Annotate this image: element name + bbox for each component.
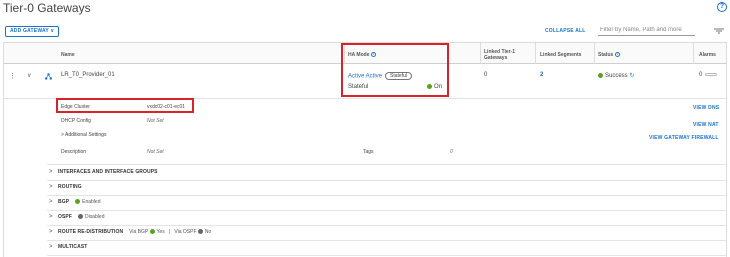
chevron-right-icon: > <box>49 229 53 235</box>
enabled-dot-icon <box>75 199 81 205</box>
add-gateway-button[interactable]: ADD GATEWAY ∨ <box>5 26 60 37</box>
tier0-gateway-icon <box>45 73 52 80</box>
edge-cluster-highlight <box>56 98 194 113</box>
success-dot-icon <box>598 72 603 78</box>
chevron-right-icon: > <box>49 169 53 175</box>
section-multicast[interactable]: > MULTICAST <box>49 244 87 250</box>
dhcp-config-label: DHCP Config <box>61 118 91 124</box>
view-dns-link[interactable]: VIEW DNS <box>693 105 719 111</box>
no-dot-icon <box>197 229 203 235</box>
info-icon[interactable]: i <box>614 52 620 58</box>
section-interfaces[interactable]: > INTERFACES AND INTERFACE GROUPS <box>49 169 158 175</box>
chevron-right-icon: > <box>49 244 53 250</box>
tags-count[interactable]: 0 <box>450 149 453 155</box>
column-header-linked-segments[interactable]: Linked Segments <box>540 52 581 58</box>
page-title: Tier-0 Gateways <box>3 1 91 15</box>
description-value: Not Set <box>147 149 164 155</box>
ha-mode-highlight <box>341 43 449 97</box>
tags-label: Tags <box>363 149 374 155</box>
chevron-down-icon[interactable]: ∨ <box>27 72 31 79</box>
filter-input[interactable] <box>598 25 695 36</box>
yes-dot-icon <box>149 229 155 235</box>
disabled-dot-icon <box>78 214 84 220</box>
chevron-right-icon: > <box>61 132 64 138</box>
linked-segments-count[interactable]: 2 <box>540 72 543 78</box>
chevron-right-icon: > <box>49 214 53 220</box>
linked-tier1-count: 0 <box>484 72 488 78</box>
section-bgp[interactable]: > BGP Enabled <box>49 199 101 205</box>
column-header-name[interactable]: Name <box>61 52 75 58</box>
section-routing[interactable]: > ROUTING <box>49 184 82 190</box>
additional-settings-toggle[interactable]: > Additional Settings <box>61 132 106 138</box>
collapse-all-button[interactable]: COLLAPSE ALL <box>545 28 586 34</box>
column-header-linked-tier1[interactable]: Linked Tier-1 Gateways <box>484 49 529 61</box>
refresh-icon[interactable]: ↻ <box>629 73 634 79</box>
row-actions-icon[interactable]: ⋮ <box>9 72 16 80</box>
gateway-name[interactable]: LR_T0_Provider_01 <box>61 72 115 78</box>
chevron-right-icon: > <box>49 184 53 190</box>
dhcp-config-value: Not Set <box>147 118 164 124</box>
gateways-grid: Name HA Mode i Linked Tier-1 Gateways Li… <box>3 42 727 257</box>
view-gateway-firewall-link[interactable]: VIEW GATEWAY FIREWALL <box>649 135 719 141</box>
chevron-right-icon: > <box>49 199 53 205</box>
column-header-status[interactable]: Status i <box>598 52 620 58</box>
view-nat-link[interactable]: VIEW NAT <box>693 122 719 128</box>
section-ospf[interactable]: > OSPF Disabled <box>49 214 104 220</box>
alarm-bar-icon <box>705 72 718 76</box>
filter-icon[interactable] <box>714 28 724 34</box>
description-label: Description <box>61 149 87 155</box>
status-value: Success ↻ <box>598 72 634 79</box>
column-header-alarms[interactable]: Alarms <box>699 52 716 58</box>
alarms-count[interactable]: 0 <box>699 72 718 78</box>
help-icon[interactable]: ? <box>717 2 727 12</box>
section-route-redistribution[interactable]: > ROUTE RE-DISTRIBUTION Via BGP Yes | Via … <box>49 229 211 235</box>
